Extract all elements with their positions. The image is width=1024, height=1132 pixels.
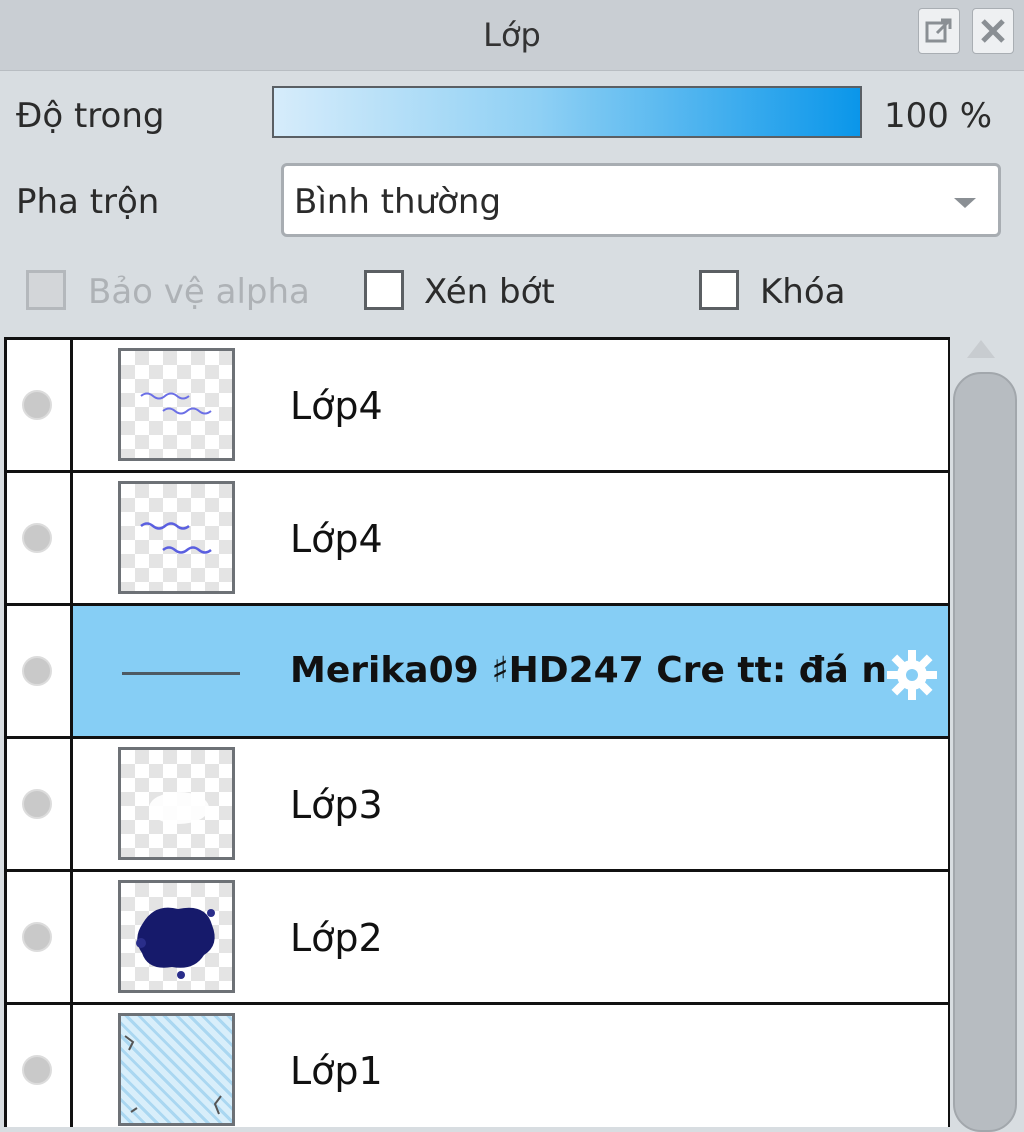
close-icon [981,19,1005,43]
layer-visibility-toggle[interactable] [7,739,73,869]
layer-thumbnail [118,747,235,860]
layer-name: Lớp2 [290,916,383,960]
scroll-up-arrow-icon[interactable] [967,340,995,358]
clip-label: Xén bớt [424,272,555,312]
visibility-dot-icon [22,922,52,952]
panel-titlebar: Lớp [0,0,1024,71]
layer-visibility-toggle[interactable] [7,606,73,736]
lock-checkbox[interactable] [699,270,739,310]
layer-name: Lớp4 [290,384,383,428]
layer-list: Lớp4 Lớp4 Merika09 ♯HD247 Cre tt: đá n L… [4,337,950,1127]
layer-name: Lớp1 [290,1049,383,1093]
popout-button[interactable] [918,8,960,54]
layer-visibility-toggle[interactable] [7,1005,73,1127]
opacity-label: Độ trong [16,96,165,136]
layer-name: Lớp4 [290,517,383,561]
layer-thumbnail [118,348,235,461]
visibility-dot-icon [22,656,52,686]
scrollbar-thumb[interactable] [953,372,1017,1132]
text-layer-thumbnail [122,672,240,675]
layer-thumbnail [118,880,235,993]
layer-name: Lớp3 [290,783,383,827]
layer-visibility-toggle[interactable] [7,872,73,1002]
layer-row-selected[interactable]: Merika09 ♯HD247 Cre tt: đá n [7,606,948,739]
visibility-dot-icon [22,523,52,553]
opacity-value: 100 % [884,96,993,136]
opacity-slider[interactable] [272,86,862,138]
panel-title: Lớp [483,16,541,54]
blend-label: Pha trộn [16,182,160,222]
layer-row[interactable]: Lớp3 [7,739,948,872]
visibility-dot-icon [22,390,52,420]
layer-row[interactable]: Lớp4 [7,340,948,473]
layer-visibility-toggle[interactable] [7,473,73,603]
lock-label: Khóa [760,272,846,312]
protect-alpha-checkbox[interactable] [26,270,66,310]
layer-row[interactable]: Lớp1 [7,1005,948,1127]
visibility-dot-icon [22,789,52,819]
dropdown-arrow-icon [954,198,976,208]
layer-name: Merika09 ♯HD247 Cre tt: đá n [290,650,888,691]
gear-icon[interactable] [881,644,943,706]
layer-row[interactable]: Lớp4 [7,473,948,606]
popout-icon [925,18,952,43]
layer-row[interactable]: Lớp2 [7,872,948,1005]
close-button[interactable] [972,8,1014,54]
protect-alpha-label: Bảo vệ alpha [88,272,310,312]
layer-thumbnail [118,481,235,594]
layer-thumbnail [118,1013,235,1126]
visibility-dot-icon [22,1055,52,1085]
blend-mode-value: Bình thường [294,182,502,222]
clip-checkbox[interactable] [364,270,404,310]
layer-visibility-toggle[interactable] [7,340,73,470]
blend-mode-select[interactable]: Bình thường [281,163,1001,237]
